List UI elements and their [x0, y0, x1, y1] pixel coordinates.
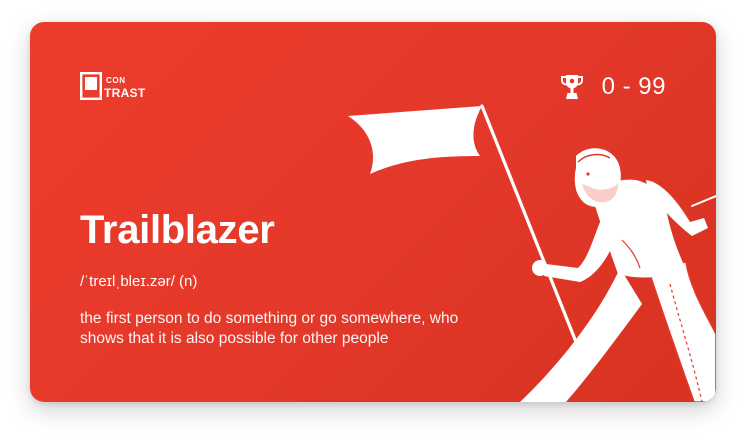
entry-pronunciation: /ˈtreɪlˌbleɪ.zər/ (n)	[80, 273, 198, 290]
contrast-logo-icon	[80, 72, 102, 100]
word-card: CON TRAST 0 - 99 Trailblazer /ˈtreɪlˌble…	[30, 22, 716, 402]
runner-front-arm	[544, 222, 616, 282]
logo-text-bottom: TRAST	[104, 86, 146, 100]
logo-text-top: CON	[106, 76, 126, 85]
runner-fist	[532, 260, 548, 276]
runner-front-leg	[646, 261, 716, 402]
runner-back-leg	[520, 268, 642, 402]
runner-with-flag-illustration	[348, 104, 716, 402]
flag-pole	[480, 104, 584, 359]
brand-logo: CON TRAST	[80, 72, 160, 104]
flag-cloth	[348, 106, 482, 174]
entry-word: Trailblazer	[80, 208, 275, 252]
motion-line	[691, 195, 716, 207]
